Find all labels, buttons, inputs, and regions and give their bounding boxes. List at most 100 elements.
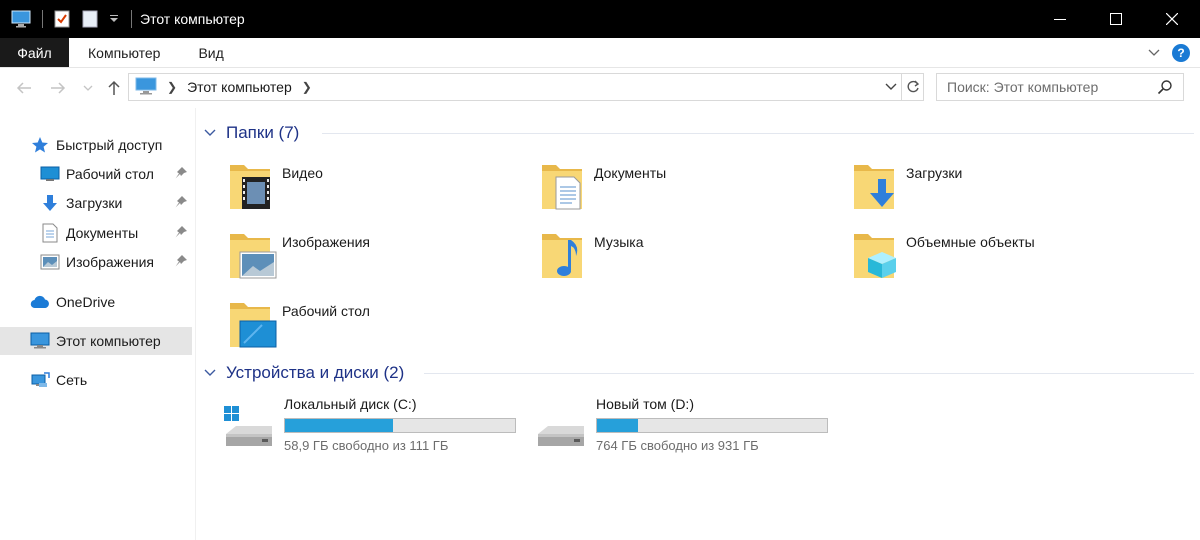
recent-locations-button[interactable] — [78, 78, 98, 98]
nav-item-pictures[interactable]: Изображения — [0, 248, 192, 276]
drive-label: Новый том (D:) — [596, 396, 694, 412]
navigation-pane: Быстрый доступ Рабочий стол Загрузки Док… — [0, 108, 196, 540]
nav-item-label: Рабочий стол — [66, 166, 154, 182]
arrow-left-icon — [16, 82, 31, 94]
nav-item-label: Изображения — [66, 254, 154, 270]
minimize-button[interactable] — [1032, 0, 1088, 38]
group-divider — [322, 133, 1194, 134]
group-divider — [424, 373, 1194, 374]
computer-icon[interactable] — [10, 8, 32, 30]
quick-access-toolbar: Этот компьютер — [0, 0, 245, 38]
folder-tile-desktop[interactable]: Рабочий стол — [226, 295, 526, 359]
close-icon — [1166, 13, 1178, 25]
search-input[interactable] — [947, 79, 1147, 95]
expand-ribbon-icon[interactable] — [1148, 46, 1160, 60]
nav-item-onedrive[interactable]: OneDrive — [0, 288, 192, 316]
search-icon[interactable] — [1157, 79, 1173, 98]
drive-usage-bar — [284, 418, 516, 433]
nav-item-label: Этот компьютер — [56, 333, 161, 349]
drive-tile-d[interactable]: Новый том (D:) 764 ГБ свободно из 931 ГБ — [534, 396, 834, 454]
arrow-up-icon — [108, 80, 120, 95]
ribbon-right-controls: ? — [1148, 38, 1190, 68]
drive-usage-bar — [596, 418, 828, 433]
breadcrumb-chevron-icon[interactable]: ❯ — [302, 80, 312, 94]
computer-icon — [135, 77, 157, 98]
documents-folder-icon — [538, 157, 590, 213]
folder-label: Рабочий стол — [282, 303, 370, 319]
toolbar-separator — [42, 10, 43, 28]
pin-icon[interactable] — [174, 225, 188, 242]
nav-item-downloads[interactable]: Загрузки — [0, 189, 192, 217]
drive-usage-fill — [597, 419, 639, 432]
up-button[interactable] — [104, 78, 124, 98]
search-box[interactable] — [936, 73, 1184, 101]
nav-item-label: Документы — [66, 225, 139, 241]
folder-tile-downloads[interactable]: Загрузки — [850, 157, 1150, 221]
folder-tile-3d-objects[interactable]: Объемные объекты — [850, 226, 1150, 290]
system-drive-icon — [222, 404, 276, 453]
folder-tile-documents[interactable]: Документы — [538, 157, 838, 221]
folder-tile-music[interactable]: Музыка — [538, 226, 838, 290]
nav-item-label: Загрузки — [66, 195, 123, 211]
computer-icon — [30, 331, 50, 351]
drive-usage-fill — [285, 419, 394, 432]
folder-label: Изображения — [282, 234, 370, 250]
pin-icon[interactable] — [174, 195, 188, 212]
breadcrumb-this-pc[interactable]: Этот компьютер — [187, 79, 292, 95]
folder-label: Документы — [594, 165, 667, 181]
nav-item-network[interactable]: Сеть — [0, 366, 192, 394]
help-icon[interactable]: ? — [1172, 44, 1190, 62]
folder-label: Видео — [282, 165, 323, 181]
3d-objects-folder-icon — [850, 226, 902, 282]
window-title: Этот компьютер — [140, 11, 245, 27]
nav-item-documents[interactable]: Документы — [0, 219, 192, 247]
folder-label: Объемные объекты — [906, 234, 1035, 250]
window-controls — [1032, 0, 1200, 38]
refresh-button[interactable] — [901, 74, 923, 100]
collapse-chevron-icon[interactable] — [204, 366, 216, 380]
tab-file[interactable]: Файл — [0, 38, 69, 67]
new-folder-icon[interactable] — [79, 8, 101, 30]
downloads-folder-icon — [850, 157, 902, 213]
group-title: Папки (7) — [226, 123, 300, 142]
navigation-row: ❯ Этот компьютер ❯ — [0, 68, 1200, 108]
collapse-chevron-icon[interactable] — [204, 126, 216, 140]
folder-tile-video[interactable]: Видео — [226, 157, 526, 221]
address-dropdown-icon[interactable] — [881, 80, 901, 94]
pictures-icon — [40, 252, 60, 272]
minimize-icon — [1054, 19, 1066, 20]
drives-group-header[interactable]: Устройства и диски (2) — [204, 360, 1194, 386]
customize-dropdown-icon[interactable] — [107, 8, 121, 30]
folders-group-header[interactable]: Папки (7) — [204, 120, 1194, 146]
back-button[interactable] — [14, 78, 34, 98]
ribbon-tabs: Файл Компьютер Вид ? — [0, 38, 1200, 68]
drive-free-space: 764 ГБ свободно из 931 ГБ — [596, 438, 759, 453]
download-icon — [40, 193, 60, 213]
close-button[interactable] — [1144, 0, 1200, 38]
pictures-folder-icon — [226, 226, 278, 282]
forward-button[interactable] — [48, 78, 68, 98]
nav-item-desktop[interactable]: Рабочий стол — [0, 160, 192, 188]
breadcrumb-chevron-icon[interactable]: ❯ — [167, 80, 177, 94]
chevron-down-icon — [83, 85, 93, 91]
pin-icon[interactable] — [174, 166, 188, 183]
drive-tile-c[interactable]: Локальный диск (C:) 58,9 ГБ свободно из … — [222, 396, 522, 454]
properties-icon[interactable] — [51, 8, 73, 30]
toolbar-separator — [131, 10, 132, 28]
group-title: Устройства и диски (2) — [226, 363, 405, 382]
video-folder-icon — [226, 157, 278, 213]
maximize-button[interactable] — [1088, 0, 1144, 38]
pin-icon[interactable] — [174, 254, 188, 271]
address-bar[interactable]: ❯ Этот компьютер ❯ — [128, 73, 924, 101]
nav-item-label: Быстрый доступ — [56, 137, 163, 153]
tab-computer[interactable]: Компьютер — [69, 38, 179, 67]
title-bar: Этот компьютер — [0, 0, 1200, 38]
nav-item-quick-access[interactable]: Быстрый доступ — [0, 131, 192, 159]
nav-item-label: OneDrive — [56, 294, 116, 310]
refresh-icon — [907, 80, 919, 93]
folder-tile-pictures[interactable]: Изображения — [226, 226, 526, 290]
maximize-icon — [1110, 13, 1122, 25]
tab-view[interactable]: Вид — [179, 38, 242, 67]
nav-item-this-pc[interactable]: Этот компьютер — [0, 327, 192, 355]
desktop-folder-icon — [226, 295, 278, 351]
